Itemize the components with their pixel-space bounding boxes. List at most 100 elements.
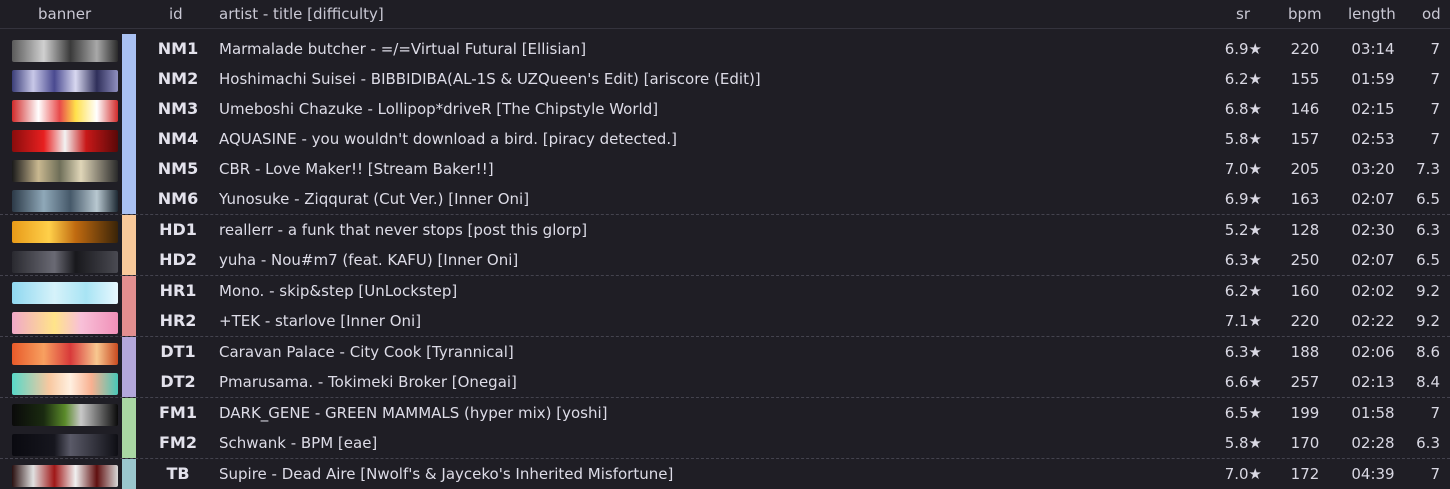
length-value: 02:02	[1351, 282, 1395, 300]
table-row[interactable]: NM1 Marmalade butcher - =/=Virtual Futura…	[0, 34, 1450, 64]
beatmap-banner	[12, 312, 118, 334]
table-row[interactable]: HR1 Mono. - skip&step [UnLockstep] 6.2★ 160…	[0, 275, 1450, 306]
table-row[interactable]: NM2 Hoshimachi Suisei - BIBBIDIBA(AL-1S &…	[0, 64, 1450, 94]
header-length: length	[1348, 5, 1396, 23]
table-row[interactable]: NM5 CBR - Love Maker!! [Stream Baker!!] 7.…	[0, 154, 1450, 184]
length-value: 01:58	[1351, 404, 1395, 422]
beatmap-banner	[12, 100, 118, 122]
table-row[interactable]: FM2 Schwank - BPM [eae] 5.8★ 170 02:28 6.3	[0, 428, 1450, 458]
map-title: Schwank - BPM [eae]	[219, 434, 378, 452]
star-rating: 7.0★	[1224, 465, 1262, 483]
map-id: NM1	[157, 39, 199, 58]
mod-color-stripe	[122, 215, 136, 245]
star-rating: 6.6★	[1224, 373, 1262, 391]
bpm-value: 199	[1290, 404, 1320, 422]
length-value: 02:53	[1351, 130, 1395, 148]
table-row[interactable]: NM4 AQUASINE - you wouldn't download a bi…	[0, 124, 1450, 154]
map-id: NM4	[157, 129, 199, 148]
header-od: od	[1422, 5, 1441, 23]
beatmap-banner	[12, 434, 118, 456]
map-id: NM2	[157, 69, 199, 88]
table-header: banner id artist - title [difficulty] sr…	[0, 0, 1450, 29]
table-row[interactable]: FM1 DARK_GENE - GREEN MAMMALS (hyper mix)…	[0, 397, 1450, 428]
mod-color-stripe	[122, 94, 136, 124]
bpm-value: 157	[1290, 130, 1320, 148]
mod-color-stripe	[122, 64, 136, 94]
beatmap-banner	[12, 373, 118, 395]
mod-color-stripe	[122, 428, 136, 458]
map-title: Marmalade butcher - =/=Virtual Futural […	[219, 40, 587, 58]
mod-color-stripe	[122, 367, 136, 397]
od-value: 6.5	[1416, 251, 1440, 269]
mod-color-stripe	[122, 154, 136, 184]
length-value: 02:06	[1351, 343, 1395, 361]
star-rating: 5.8★	[1224, 434, 1262, 452]
bpm-value: 128	[1290, 221, 1320, 239]
map-id: NM5	[157, 159, 199, 178]
map-title: Mono. - skip&step [UnLockstep]	[219, 282, 458, 300]
beatmap-banner	[12, 404, 118, 426]
map-title: Hoshimachi Suisei - BIBBIDIBA(AL-1S & UZ…	[219, 70, 761, 88]
od-value: 6.5	[1416, 190, 1440, 208]
map-id: NM3	[157, 99, 199, 118]
length-value: 02:30	[1351, 221, 1395, 239]
od-value: 7	[1430, 70, 1440, 88]
od-value: 7	[1430, 130, 1440, 148]
star-rating: 5.2★	[1224, 221, 1262, 239]
table-row[interactable]: HD1 reallerr - a funk that never stops [p…	[0, 214, 1450, 245]
table-row[interactable]: NM6 Yunosuke - Ziqqurat (Cut Ver.) [Inner…	[0, 184, 1450, 214]
od-value: 6.3	[1416, 221, 1440, 239]
map-title: Umeboshi Chazuke - Lollipop*driveR [The …	[219, 100, 659, 118]
mod-color-stripe	[122, 306, 136, 336]
star-rating: 6.2★	[1224, 70, 1262, 88]
map-id: HR2	[159, 311, 197, 330]
bpm-value: 250	[1290, 251, 1320, 269]
mod-color-stripe	[122, 124, 136, 154]
header-id: id	[169, 5, 183, 23]
map-id: FM2	[159, 433, 197, 452]
map-id: TB	[166, 464, 190, 483]
length-value: 02:22	[1351, 312, 1395, 330]
od-value: 7	[1430, 100, 1440, 118]
map-id: HD1	[159, 220, 197, 239]
mod-color-stripe	[122, 245, 136, 275]
length-value: 02:15	[1351, 100, 1395, 118]
mod-color-stripe	[122, 34, 136, 64]
mod-color-stripe	[122, 184, 136, 214]
map-title: +TEK - starlove [Inner Oni]	[219, 312, 422, 330]
star-rating: 6.3★	[1224, 343, 1262, 361]
map-title: AQUASINE - you wouldn't download a bird.…	[219, 130, 677, 148]
table-row[interactable]: NM3 Umeboshi Chazuke - Lollipop*driveR [T…	[0, 94, 1450, 124]
length-value: 04:39	[1351, 465, 1395, 483]
star-rating: 6.2★	[1224, 282, 1262, 300]
table-row[interactable]: DT1 Caravan Palace - City Cook [Tyrannica…	[0, 336, 1450, 367]
mod-color-stripe	[122, 398, 136, 428]
map-id: HR1	[159, 281, 197, 300]
bpm-value: 160	[1290, 282, 1320, 300]
map-id: DT1	[160, 342, 196, 361]
star-rating: 7.0★	[1224, 160, 1262, 178]
table-row[interactable]: TB Supire - Dead Aire [Nwolf's & Jayceko'…	[0, 458, 1450, 489]
map-id: FM1	[159, 403, 197, 422]
od-value: 7	[1430, 465, 1440, 483]
star-rating: 6.3★	[1224, 251, 1262, 269]
map-title: reallerr - a funk that never stops [post…	[219, 221, 588, 239]
length-value: 01:59	[1351, 70, 1395, 88]
table-row[interactable]: HD2 yuha - Nou#m7 (feat. KAFU) [Inner Oni…	[0, 245, 1450, 275]
table-row[interactable]: HR2 +TEK - starlove [Inner Oni] 7.1★ 220 02:…	[0, 306, 1450, 336]
mod-color-stripe	[122, 459, 136, 489]
map-id: DT2	[160, 372, 196, 391]
map-id: NM6	[157, 189, 199, 208]
beatmap-banner	[12, 251, 118, 273]
map-title: Caravan Palace - City Cook [Tyrannical]	[219, 343, 514, 361]
bpm-value: 205	[1290, 160, 1320, 178]
bpm-value: 220	[1290, 312, 1320, 330]
map-title: CBR - Love Maker!! [Stream Baker!!]	[219, 160, 494, 178]
bpm-value: 220	[1290, 40, 1320, 58]
table-row[interactable]: DT2 Pmarusama. - Tokimeki Broker [Onegai]…	[0, 367, 1450, 397]
map-title: DARK_GENE - GREEN MAMMALS (hyper mix) [y…	[219, 404, 608, 422]
header-title: artist - title [difficulty]	[219, 5, 384, 23]
star-rating: 6.9★	[1224, 190, 1262, 208]
length-value: 02:28	[1351, 434, 1395, 452]
star-rating: 6.8★	[1224, 100, 1262, 118]
